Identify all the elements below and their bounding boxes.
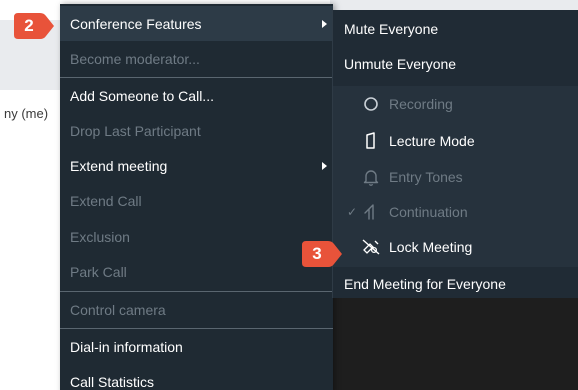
menu-item-conference-features[interactable]: Conference Features <box>60 6 333 41</box>
menu-item-extend-call[interactable]: Extend Call <box>60 183 333 218</box>
submenu-item-mute-everyone[interactable]: Mute Everyone <box>333 11 578 46</box>
menu-item-exclusion[interactable]: Exclusion <box>60 219 333 254</box>
menu-item-label: Extend meeting <box>70 157 168 174</box>
menu-item-label: Recording <box>389 95 453 112</box>
record-circle-icon <box>361 94 381 114</box>
submenu-item-recording[interactable]: Recording <box>333 86 578 121</box>
continuation-icon <box>361 202 381 222</box>
video-area <box>332 298 578 390</box>
menu-item-label: Lecture Mode <box>389 132 475 149</box>
menu-item-label: Continuation <box>389 203 468 220</box>
menu-item-label: Control camera <box>70 301 166 318</box>
lock-meeting-icon <box>361 237 381 257</box>
submenu-item-lecture-mode[interactable]: Lecture Mode <box>333 123 578 158</box>
callout-badge-2: 2 <box>12 11 54 41</box>
bell-icon <box>361 167 381 187</box>
callout-number: 2 <box>24 16 34 35</box>
menu-item-label: Extend Call <box>70 192 142 209</box>
submenu-options-group: Recording Lecture Mode Entry Tones ✓ Con… <box>333 86 578 267</box>
menu-item-label: Park Call <box>70 263 127 280</box>
callout-number: 3 <box>312 244 322 263</box>
submenu-item-entry-tones[interactable]: Entry Tones <box>333 159 578 194</box>
menu-item-label: End Meeting for Everyone <box>344 275 506 292</box>
menu-item-label: Mute Everyone <box>344 20 439 37</box>
menu-item-label: Dial-in information <box>70 338 183 355</box>
menu-item-label: Entry Tones <box>389 168 463 185</box>
menu-item-label: Conference Features <box>70 15 202 32</box>
menu-item-control-camera[interactable]: Control camera <box>60 292 333 327</box>
menu-item-call-statistics[interactable]: Call Statistics <box>60 364 333 390</box>
submenu-arrow-icon <box>322 161 327 170</box>
menu-item-drop-last-participant[interactable]: Drop Last Participant <box>60 113 333 148</box>
menu-item-extend-meeting[interactable]: Extend meeting <box>60 148 333 183</box>
lecture-icon <box>361 131 381 151</box>
menu-item-park-call[interactable]: Park Call <box>60 254 333 289</box>
menu-item-label: Drop Last Participant <box>70 122 201 139</box>
menu-item-label: Call Statistics <box>70 373 155 390</box>
menu-item-label: Unmute Everyone <box>344 55 457 72</box>
menu-item-label: Add Someone to Call... <box>70 87 214 104</box>
submenu-arrow-icon <box>322 19 327 28</box>
menu-item-label: Lock Meeting <box>389 238 473 255</box>
menu-item-become-moderator[interactable]: Become moderator... <box>60 41 333 76</box>
submenu-item-lock-meeting[interactable]: Lock Meeting <box>333 229 578 264</box>
participant-name: ny (me) <box>4 106 49 121</box>
check-icon: ✓ <box>346 204 358 219</box>
submenu-item-continuation[interactable]: ✓ Continuation <box>333 194 578 229</box>
submenu-item-unmute-everyone[interactable]: Unmute Everyone <box>333 46 578 81</box>
menu-item-label: Exclusion <box>70 228 130 245</box>
conference-context-menu: Conference Features Become moderator... … <box>60 4 333 390</box>
submenu-item-end-meeting[interactable]: End Meeting for Everyone <box>333 266 578 301</box>
callout-badge-3: 3 <box>300 239 342 269</box>
menu-item-dial-in-information[interactable]: Dial-in information <box>60 329 333 364</box>
menu-item-label: Become moderator... <box>70 50 200 67</box>
conference-features-submenu: Mute Everyone Unmute Everyone Recording … <box>332 10 578 298</box>
menu-item-add-someone[interactable]: Add Someone to Call... <box>60 78 333 113</box>
